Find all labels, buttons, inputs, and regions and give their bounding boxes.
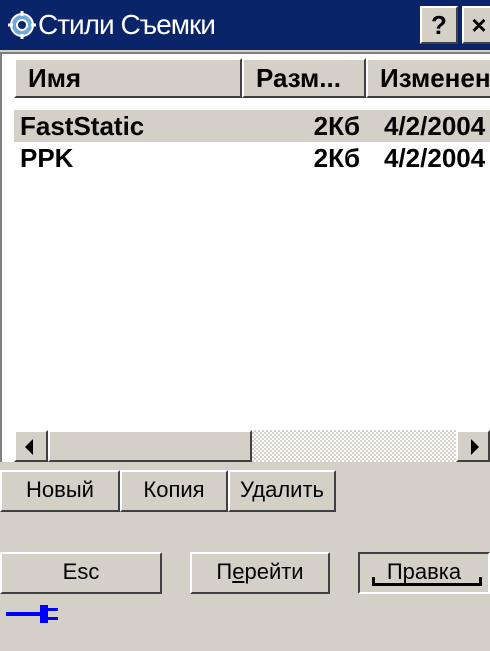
column-header-modified[interactable]: Изменен <box>366 58 490 98</box>
arrow-right-icon <box>471 439 479 455</box>
list-item[interactable]: PPK 2Кб 4/2/2004 <box>14 142 490 174</box>
title-bar: Стили Съемки ? × <box>0 0 490 50</box>
list-item[interactable]: FastStatic 2Кб 4/2/2004 <box>14 110 490 142</box>
item-modified: 4/2/2004 <box>384 111 486 141</box>
delete-button[interactable]: Удалить <box>228 470 336 512</box>
gear-globe-icon <box>8 11 36 39</box>
scroll-left-button[interactable] <box>14 430 48 462</box>
item-size: 2Кб <box>313 143 360 173</box>
status-bar <box>0 598 490 651</box>
help-button[interactable]: ? <box>420 6 458 44</box>
menu-bracket-icon <box>372 577 482 586</box>
arrow-left-icon <box>25 439 33 455</box>
item-name: PPK <box>20 143 74 173</box>
power-plug-icon <box>6 605 58 623</box>
column-header-size[interactable]: Разм... <box>242 58 366 98</box>
dialog-window: Стили Съемки ? × Имя Разм... Изменен Fas… <box>0 0 490 651</box>
copy-button[interactable]: Копия <box>120 470 228 512</box>
go-label-accel: е <box>232 559 245 584</box>
go-button[interactable]: Перейти <box>190 552 330 594</box>
go-label-suffix: рейти <box>244 559 304 584</box>
scroll-thumb[interactable] <box>48 430 252 462</box>
close-button[interactable]: × <box>462 6 490 44</box>
esc-button[interactable]: Esc <box>0 552 162 594</box>
scroll-right-button[interactable] <box>456 430 490 462</box>
window-title: Стили Съемки <box>38 9 216 40</box>
horizontal-scrollbar[interactable] <box>14 430 490 462</box>
edit-menu-button[interactable]: Правка <box>358 552 490 594</box>
item-name: FastStatic <box>20 111 145 141</box>
list-header: Имя Разм... Изменен <box>2 54 490 98</box>
column-header-name[interactable]: Имя <box>14 58 242 98</box>
styles-list[interactable]: Имя Разм... Изменен FastStatic 2Кб 4/2/2… <box>0 52 490 462</box>
item-modified: 4/2/2004 <box>384 143 486 173</box>
go-label-prefix: П <box>216 559 233 584</box>
item-size: 2Кб <box>313 111 360 141</box>
new-button[interactable]: Новый <box>0 470 120 512</box>
